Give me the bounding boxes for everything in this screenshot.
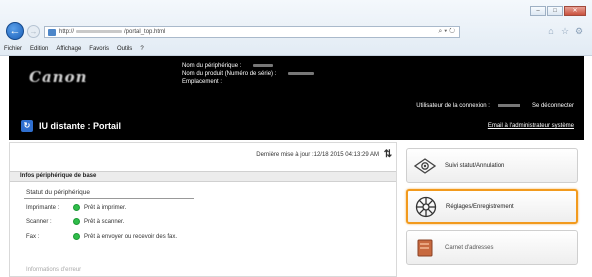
settings-registration-button[interactable]: Réglages/Enregistrement [406,189,578,224]
login-user-value-redacted [497,103,520,107]
address-book-icon [413,236,437,260]
login-user-row: Utilisateur de la connexion : Se déconnec… [416,103,574,109]
status-value: Prêt à scanner. [84,218,125,225]
device-name-row: Nom du périphérique : [182,62,314,70]
location-label: Emplacement : [182,79,223,85]
maximize-button[interactable]: □ [547,6,563,16]
close-window-button[interactable]: ✕ [564,6,586,16]
address-url: http:// /portal_top.html [59,29,165,35]
device-name-label: Nom du périphérique : [182,63,242,69]
page-title: IU distante : Portail [39,121,122,131]
status-row-fax: Fax : Prêt à envoyer ou recevoir des fax… [26,233,177,240]
status-row-printer: Imprimante : Prêt à imprimer. [26,204,126,211]
status-value: Prêt à envoyer ou recevoir des fax. [84,233,178,240]
url-host-redacted [76,29,123,33]
refresh-icon[interactable]: ⇅ [382,149,394,161]
address-book-button[interactable]: Carnet d'adresses [406,230,578,265]
status-eye-icon [413,154,437,178]
menu-bar: Fichier Edition Affichage Favoris Outils… [0,42,592,56]
toolbar-icons: ⌂ ☆ ⚙ [546,26,584,36]
page-title-row: ↻ IU distante : Portail [21,120,121,132]
status-ok-icon [73,233,80,240]
menu-view[interactable]: Affichage [56,46,81,52]
settings-registration-label: Réglages/Enregistrement [446,203,514,210]
menu-file[interactable]: Fichier [4,46,22,52]
product-name-label: Nom du produit (Numéro de série) : [182,71,277,77]
last-update-text: Dernière mise à jour :12/18 2015 04:13:2… [256,152,379,158]
menu-favorites[interactable]: Favoris [89,46,109,52]
status-divider [24,198,194,199]
status-row-scanner: Scanner : Prêt à scanner. [26,218,124,225]
mail-admin-link[interactable]: Email à l'administrateur système [488,123,574,129]
forward-button[interactable]: → [27,25,40,38]
url-path: /portal_top.html [124,29,166,35]
menu-edit[interactable]: Edition [30,46,48,52]
browser-chrome: – □ ✕ ← → http:///portal_top.html ⌕ ▾ ↻ … [0,0,592,56]
status-title: Statut du périphérique [26,189,90,196]
status-monitor-button[interactable]: Suivi statut/Annulation [406,148,578,183]
device-name-value-redacted [253,63,274,67]
portal-header: Canon Nom du périphérique : Nom du produ… [9,56,584,140]
window-controls: – □ ✕ [530,6,586,16]
settings-gear-icon [414,195,438,219]
status-value: Prêt à imprimer. [84,204,127,211]
location-row: Emplacement : [182,78,314,86]
address-bar[interactable]: http:// /portal_top.html ⌕ ▾ ↻ [44,26,460,38]
favorites-star-icon[interactable]: ☆ [560,26,570,36]
brand-logo: Canon [29,68,88,86]
minimize-button[interactable]: – [530,6,546,16]
address-book-label: Carnet d'adresses [445,244,494,251]
address-tools[interactable]: ⌕ ▾ ↻ [438,28,455,36]
home-icon[interactable]: ⌂ [546,26,556,36]
product-name-row: Nom du produit (Numéro de série) : [182,70,315,78]
error-info-heading: Informations d'erreur [26,267,82,273]
section-title: Infos périphérique de base [10,171,396,182]
status-label: Scanner : [26,218,52,225]
product-name-value-redacted [288,71,315,75]
back-button[interactable]: ← [6,22,24,40]
status-label: Imprimante : [26,204,60,211]
tools-gear-icon[interactable]: ⚙ [574,26,584,36]
login-user-label: Utilisateur de la connexion : [416,103,490,109]
remote-ui-icon: ↻ [21,120,33,132]
status-ok-icon [73,218,80,225]
page-icon [48,29,56,36]
status-ok-icon [73,204,80,211]
status-monitor-label: Suivi statut/Annulation [445,162,505,169]
device-info: Nom du périphérique : Nom du produit (Nu… [182,62,315,86]
menu-tools[interactable]: Outils [117,46,132,52]
menu-help[interactable]: ? [140,46,143,52]
device-info-panel: Dernière mise à jour :12/18 2015 04:13:2… [9,142,397,277]
status-label: Fax : [26,233,40,240]
logout-link[interactable]: Se déconnecter [532,103,574,109]
url-prefix: http:// [59,29,75,35]
